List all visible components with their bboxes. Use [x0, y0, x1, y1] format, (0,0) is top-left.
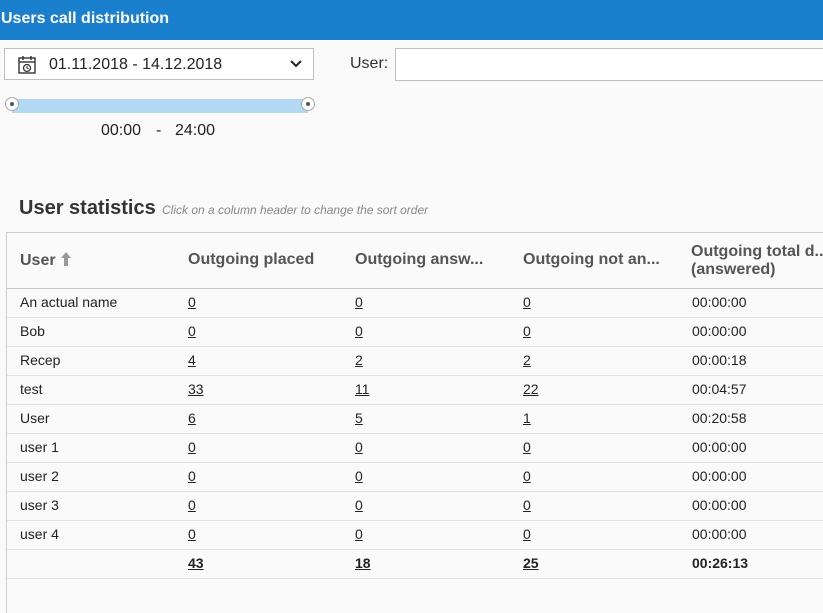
time-range-to: 24:00 [175, 122, 216, 139]
column-header-user[interactable]: User [20, 233, 180, 288]
cell-outgoing-placed[interactable]: 4 [188, 352, 196, 368]
cell-user: An actual name [20, 294, 118, 310]
table-row: user 4 0 0 0 00:00:00 [7, 520, 823, 550]
column-header-outgoing-not-answered[interactable]: Outgoing not an... [523, 233, 683, 288]
cell-outgoing-total-duration: 00:20:58 [692, 410, 747, 426]
cell-outgoing-answered[interactable]: 5 [355, 410, 363, 426]
total-cell-outgoing-total-duration: 00:26:13 [692, 555, 749, 571]
cell-user: user 1 [20, 439, 59, 455]
cell-outgoing-not-answered[interactable]: 0 [523, 294, 531, 310]
cell-outgoing-total-duration: 00:00:00 [692, 439, 747, 455]
cell-outgoing-placed[interactable]: 0 [188, 294, 196, 310]
cell-outgoing-answered[interactable]: 0 [355, 294, 363, 310]
table-header: User Outgoing placed Outgoing answ... Ou… [7, 233, 823, 289]
cell-outgoing-total-duration: 00:00:00 [692, 323, 747, 339]
cell-user: Bob [20, 323, 45, 339]
cell-outgoing-not-answered[interactable]: 22 [523, 381, 539, 397]
time-range-separator: - [156, 122, 162, 139]
table-row: user 3 0 0 0 00:00:00 [7, 491, 823, 521]
page-title: Users call distribution [1, 10, 170, 27]
table-row: user 1 0 0 0 00:00:00 [7, 433, 823, 463]
cell-outgoing-not-answered[interactable]: 0 [523, 439, 531, 455]
time-range-end-handle[interactable] [301, 97, 315, 111]
date-range-value: 01.11.2018 - 14.12.2018 [49, 56, 223, 73]
table-totals-row: 43 18 25 00:26:13 [7, 549, 823, 579]
chevron-down-icon[interactable] [289, 57, 303, 71]
table-row: Bob 0 0 0 00:00:00 [7, 317, 823, 347]
table-row: Recep 4 2 2 00:00:18 [7, 346, 823, 376]
cell-outgoing-placed[interactable]: 0 [188, 439, 196, 455]
cell-outgoing-answered[interactable]: 0 [355, 323, 363, 339]
calendar-clock-icon [18, 56, 36, 74]
cell-outgoing-answered[interactable]: 0 [355, 526, 363, 542]
total-cell-outgoing-answered[interactable]: 18 [355, 555, 371, 571]
cell-outgoing-not-answered[interactable]: 0 [523, 526, 531, 542]
cell-outgoing-not-answered[interactable]: 0 [523, 497, 531, 513]
cell-user: User [20, 410, 50, 426]
user-statistics-table: User Outgoing placed Outgoing answ... Ou… [6, 232, 823, 613]
time-range-slider-track[interactable] [12, 99, 308, 113]
cell-outgoing-not-answered[interactable]: 0 [523, 323, 531, 339]
cell-outgoing-answered[interactable]: 0 [355, 468, 363, 484]
sort-ascending-icon [60, 252, 71, 266]
total-cell-outgoing-not-answered[interactable]: 25 [523, 555, 539, 571]
cell-outgoing-placed[interactable]: 6 [188, 410, 196, 426]
date-range-picker[interactable]: 01.11.2018 - 14.12.2018 [4, 48, 314, 80]
cell-outgoing-total-duration: 00:00:00 [692, 497, 747, 513]
cell-outgoing-answered[interactable]: 2 [355, 352, 363, 368]
table-row: user 2 0 0 0 00:00:00 [7, 462, 823, 492]
title-bar: Users call distribution [0, 0, 823, 40]
user-filter-label: User: [350, 55, 389, 72]
cell-outgoing-not-answered[interactable]: 2 [523, 352, 531, 368]
time-range-start-handle[interactable] [5, 97, 19, 111]
column-header-outgoing-total-duration[interactable]: Outgoing total d... (answered) [691, 233, 823, 288]
cell-outgoing-total-duration: 00:04:57 [692, 381, 747, 397]
cell-outgoing-placed[interactable]: 0 [188, 468, 196, 484]
cell-outgoing-total-duration: 00:00:00 [692, 526, 747, 542]
cell-outgoing-answered[interactable]: 0 [355, 497, 363, 513]
cell-outgoing-placed[interactable]: 0 [188, 497, 196, 513]
cell-outgoing-placed[interactable]: 0 [188, 323, 196, 339]
table-row: User 6 5 1 00:20:58 [7, 404, 823, 434]
table-row: An actual name 0 0 0 00:00:00 [7, 288, 823, 318]
total-cell-outgoing-placed[interactable]: 43 [188, 555, 204, 571]
column-header-outgoing-answered[interactable]: Outgoing answ... [355, 233, 515, 288]
cell-outgoing-placed[interactable]: 0 [188, 526, 196, 542]
section-title: User statistics [19, 197, 156, 219]
cell-outgoing-total-duration: 00:00:00 [692, 468, 747, 484]
column-header-outgoing-placed[interactable]: Outgoing placed [188, 233, 348, 288]
time-range-from: 00:00 [101, 122, 142, 139]
cell-user: user 4 [20, 526, 59, 542]
cell-user: Recep [20, 352, 61, 368]
sort-hint: Click on a column header to change the s… [162, 203, 429, 217]
cell-outgoing-answered[interactable]: 0 [355, 439, 363, 455]
table-row: test 33 11 22 00:04:57 [7, 375, 823, 405]
cell-user: user 2 [20, 468, 59, 484]
cell-outgoing-not-answered[interactable]: 0 [523, 468, 531, 484]
cell-outgoing-placed[interactable]: 33 [188, 381, 204, 397]
cell-outgoing-total-duration: 00:00:00 [692, 294, 747, 310]
cell-outgoing-not-answered[interactable]: 1 [523, 410, 531, 426]
cell-outgoing-total-duration: 00:00:18 [692, 352, 747, 368]
cell-outgoing-answered[interactable]: 11 [355, 381, 370, 397]
user-filter-input[interactable] [395, 48, 823, 81]
cell-user: user 3 [20, 497, 59, 513]
cell-user: test [20, 381, 43, 397]
